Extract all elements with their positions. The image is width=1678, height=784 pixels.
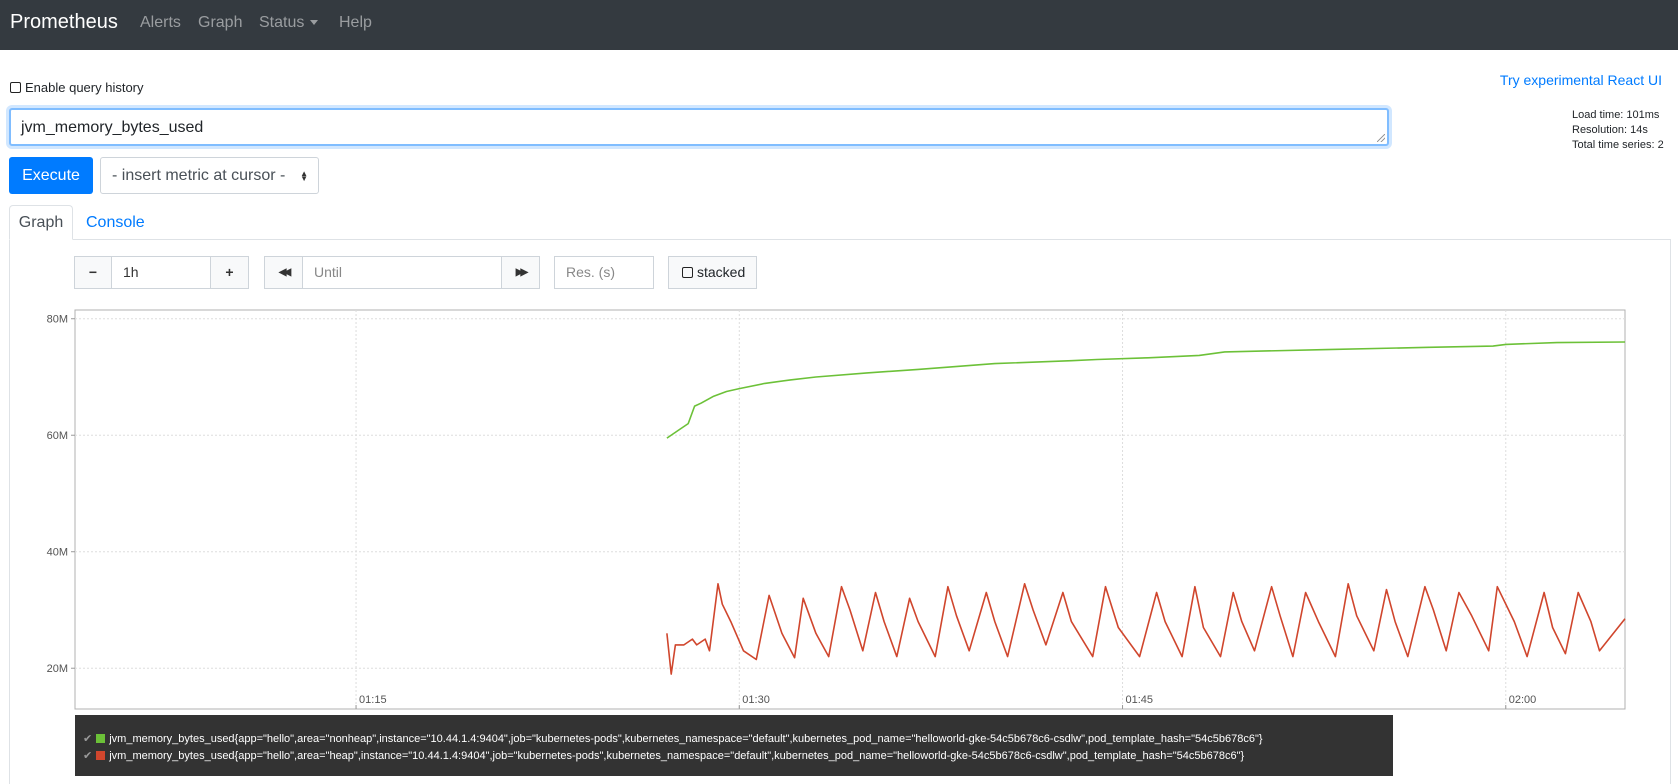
- total-series: Total time series: 2: [1572, 139, 1664, 151]
- nav-help[interactable]: Help: [339, 14, 372, 32]
- query-history-toggle[interactable]: Enable query history: [10, 80, 144, 95]
- expression-value: jvm_memory_bytes_used: [21, 119, 204, 136]
- x-tick-label: 01:45: [1126, 694, 1154, 706]
- nav-alerts[interactable]: Alerts: [140, 14, 181, 32]
- resize-handle-icon[interactable]: [1377, 134, 1385, 142]
- x-tick-label: 02:00: [1509, 694, 1537, 706]
- y-tick-label: 80M: [47, 314, 68, 326]
- x-tick-label: 01:15: [359, 694, 387, 706]
- tab-console[interactable]: Console: [86, 214, 145, 232]
- check-icon: ✔: [83, 733, 93, 745]
- checkbox-icon[interactable]: [10, 82, 21, 93]
- nav-status-label: Status: [259, 14, 305, 31]
- insert-metric-select[interactable]: - insert metric at cursor - ▲ ▼: [100, 157, 319, 194]
- fast-forward-icon[interactable]: ▶▶: [501, 256, 540, 289]
- navbar: Prometheus Alerts Graph Status Help: [0, 0, 1678, 50]
- legend-swatch: [96, 751, 106, 760]
- checkbox-icon: [682, 267, 693, 278]
- nav-status[interactable]: Status: [259, 14, 319, 32]
- legend-item-nonheap[interactable]: ✔ jvm_memory_bytes_used{app="hello",area=…: [83, 731, 1393, 748]
- select-arrows-icon: ▲ ▼: [300, 169, 308, 183]
- stacked-toggle[interactable]: stacked: [668, 256, 757, 289]
- y-tick-label: 60M: [47, 430, 68, 442]
- query-stats: Load time: 101ms Resolution: 14s Total t…: [1572, 108, 1664, 153]
- rewind-icon[interactable]: ◀◀: [264, 256, 303, 289]
- expression-input[interactable]: jvm_memory_bytes_used: [9, 108, 1389, 146]
- y-tick-label: 40M: [47, 547, 68, 559]
- caret-down-icon: [310, 20, 319, 26]
- check-icon: ✔: [83, 750, 93, 762]
- resolution-input[interactable]: Res. (s): [554, 256, 654, 289]
- until-input[interactable]: Until: [302, 256, 502, 289]
- resolution: Resolution: 14s: [1572, 124, 1648, 136]
- legend-label: jvm_memory_bytes_used{app="hello",area="…: [109, 733, 1263, 745]
- x-tick-label: 01:30: [742, 694, 770, 706]
- tab-graph[interactable]: Graph: [9, 205, 73, 240]
- execute-button[interactable]: Execute: [9, 157, 93, 194]
- legend-label: jvm_memory_bytes_used{app="hello",area="…: [109, 750, 1245, 762]
- plot-area: [74, 309, 1626, 710]
- load-time: Load time: 101ms: [1572, 109, 1660, 121]
- y-tick-label: 20M: [47, 663, 68, 675]
- nav-graph[interactable]: Graph: [198, 14, 242, 32]
- legend-swatch: [96, 734, 106, 743]
- graph-chart[interactable]: 80M 60M 40M 20M 01:15 01:30 01:45 02:00: [0, 300, 1678, 720]
- brand-link[interactable]: Prometheus: [10, 11, 118, 34]
- range-increase-button[interactable]: +: [210, 256, 249, 289]
- insert-metric-label: - insert metric at cursor -: [112, 167, 286, 184]
- query-history-label: Enable query history: [25, 80, 144, 95]
- legend-item-heap[interactable]: ✔ jvm_memory_bytes_used{app="hello",area=…: [83, 748, 1393, 765]
- graph-legend: ✔ jvm_memory_bytes_used{app="hello",area=…: [75, 715, 1393, 776]
- range-input[interactable]: 1h: [111, 256, 211, 289]
- range-decrease-button[interactable]: −: [74, 256, 112, 289]
- stacked-label: stacked: [697, 264, 746, 280]
- react-ui-link[interactable]: Try experimental React UI: [1500, 72, 1662, 88]
